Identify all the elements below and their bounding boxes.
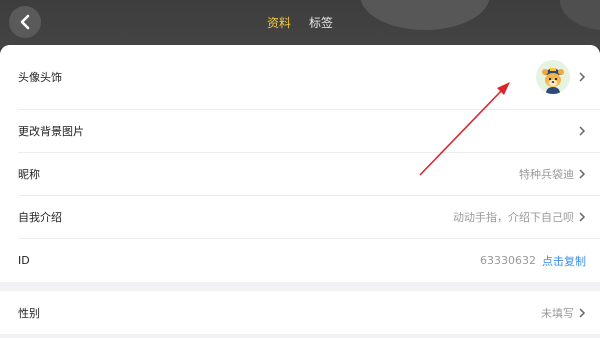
intro-row[interactable]: 自我介绍 动动手指，介绍下自己呗 (18, 196, 600, 239)
gender-group: 性别 未填写 (0, 291, 600, 334)
intro-value: 动动手指，介绍下自己呗 (453, 211, 574, 224)
intro-label: 自我介绍 (18, 211, 62, 224)
profile-group: 头像头饰 更改背景图片 昵称 特种兵袋迪 自我介绍 动动手指，介绍下自己呗 ID… (0, 45, 600, 282)
copy-id-link[interactable]: 点击复制 (542, 253, 586, 269)
section-divider (0, 282, 600, 291)
chevron-right-icon (579, 212, 586, 222)
avatar (536, 60, 570, 94)
avatar-row[interactable]: 头像头饰 (18, 45, 600, 110)
gender-row[interactable]: 性别 未填写 (18, 291, 600, 334)
chevron-right-icon (579, 72, 586, 82)
id-label: ID (18, 254, 30, 267)
profile-tabs: 资料 标签 (0, 0, 600, 44)
background-label: 更改背景图片 (18, 125, 84, 138)
nickname-value: 特种兵袋迪 (519, 168, 574, 181)
profile-sheet: 头像头饰 更改背景图片 昵称 特种兵袋迪 自我介绍 动动手指，介绍下自己呗 ID… (0, 45, 600, 338)
chevron-right-icon (579, 307, 586, 318)
nickname-row[interactable]: 昵称 特种兵袋迪 (18, 153, 600, 196)
id-row: ID 63330632 点击复制 (18, 239, 600, 282)
chevron-right-icon (579, 126, 586, 136)
tab-tags[interactable]: 标签 (309, 14, 333, 31)
nickname-label: 昵称 (18, 168, 40, 181)
avatar-label: 头像头饰 (18, 71, 62, 84)
avatar-image (536, 60, 570, 94)
top-bar: 资料 标签 (0, 0, 600, 48)
gender-label: 性别 (18, 306, 40, 320)
tab-profile[interactable]: 资料 (267, 14, 291, 31)
id-value: 63330632 (480, 254, 536, 267)
gender-value: 未填写 (541, 306, 574, 320)
background-row[interactable]: 更改背景图片 (18, 110, 600, 153)
chevron-right-icon (579, 169, 586, 179)
